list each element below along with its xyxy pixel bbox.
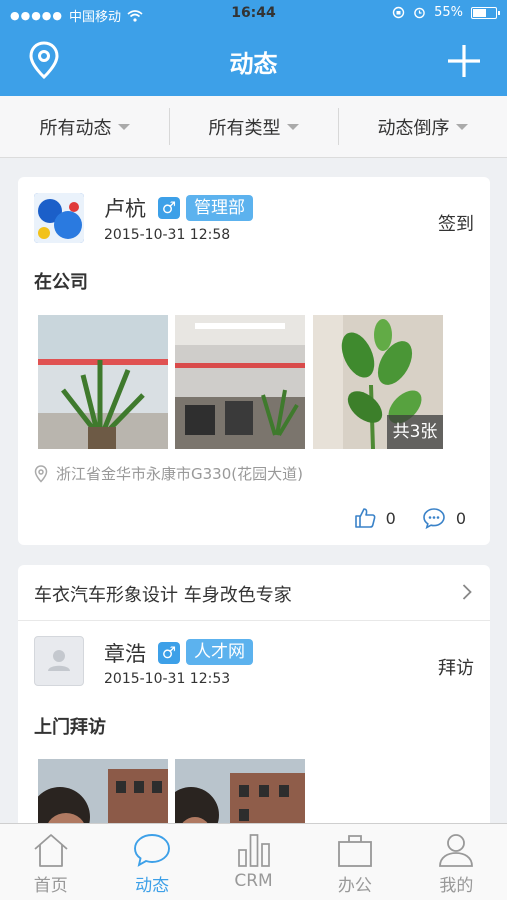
location-row: 浙江省金华市永康市G330(花园大道) [34, 463, 303, 484]
filter-dropdown-order[interactable]: 动态倒序 [338, 96, 507, 157]
tab-home[interactable]: 首页 [0, 824, 101, 900]
status-bar: ●●●●● 中国移动 16:44 55% [0, 0, 507, 28]
bottom-tab-bar: 首页 动态 CRM 办公 我的 [0, 823, 507, 900]
tab-label: 办公 [337, 876, 372, 896]
filter-label: 所有动态 [39, 117, 112, 139]
tab-label: CRM [234, 871, 273, 891]
home-icon [34, 834, 68, 867]
tab-feed[interactable]: 动态 [101, 824, 202, 900]
tab-crm[interactable]: CRM [203, 824, 304, 900]
photo-thumbnail[interactable] [175, 315, 305, 449]
tab-mine[interactable]: 我的 [406, 824, 507, 900]
photo-thumbnail[interactable]: 共3张 [313, 315, 443, 449]
filter-dropdown-scope[interactable]: 所有动态 [0, 96, 169, 157]
post-actions: 0 0 [354, 507, 466, 529]
post-card[interactable]: 卢杭 ♂ 管理部 2015-10-31 12:58 签到 在公司 共3张 浙江省… [18, 177, 490, 545]
filter-label: 所有类型 [208, 117, 281, 139]
caret-down-icon [455, 123, 468, 130]
ad-text: 车衣汽车形象设计 车身改色专家 [34, 585, 292, 606]
post-type: 签到 [438, 214, 474, 235]
orientation-lock-icon [392, 6, 405, 19]
tab-label: 我的 [439, 876, 474, 896]
briefcase-icon [338, 835, 372, 867]
ad-banner-row[interactable]: 车衣汽车形象设计 车身改色专家 [18, 565, 490, 621]
location-text: 浙江省金华市永康市G330(花园大道) [56, 465, 303, 483]
caret-down-icon [117, 123, 130, 130]
user-name[interactable]: 卢杭 [104, 193, 146, 223]
gender-male-badge: ♂ [158, 642, 180, 664]
tab-label: 首页 [33, 876, 68, 896]
thumbs-up-icon [354, 508, 376, 528]
department-badge: 管理部 [186, 195, 253, 221]
post-card[interactable]: 车衣汽车形象设计 车身改色专家 章浩 ♂ 人才网 2015-10-31 12:5… [18, 565, 490, 845]
top-header: ●●●●● 中国移动 16:44 55% 动态 [0, 0, 507, 96]
battery-icon [471, 6, 500, 19]
alarm-icon [414, 7, 425, 19]
person-icon [439, 834, 474, 867]
post-content: 在公司 [34, 272, 88, 293]
avatar[interactable] [34, 193, 84, 243]
post-time: 2015-10-31 12:58 [104, 227, 231, 243]
avatar[interactable] [34, 636, 84, 686]
filter-dropdown-type[interactable]: 所有类型 [169, 96, 338, 157]
comment-button[interactable]: 0 [422, 507, 466, 529]
filter-label: 动态倒序 [377, 117, 450, 139]
like-count: 0 [385, 508, 396, 528]
photo-thumbnail[interactable] [38, 315, 168, 449]
department-badge: 人才网 [186, 639, 253, 665]
chevron-right-icon [462, 584, 472, 600]
chat-bubble-icon [134, 834, 171, 867]
post-type: 拜访 [438, 658, 474, 679]
post-content: 上门拜访 [34, 717, 106, 738]
user-name[interactable]: 章浩 [104, 638, 146, 668]
like-button[interactable]: 0 [354, 507, 396, 529]
post-time: 2015-10-31 12:53 [104, 671, 231, 687]
caret-down-icon [286, 123, 299, 130]
tab-office[interactable]: 办公 [304, 824, 405, 900]
gender-male-badge: ♂ [158, 197, 180, 219]
add-icon[interactable] [447, 44, 481, 78]
battery-percent: 55% [434, 5, 463, 20]
comment-count: 0 [455, 508, 466, 528]
filter-bar: 所有动态 所有类型 动态倒序 [0, 96, 507, 158]
photo-count-badge: 共3张 [387, 415, 443, 449]
comment-icon [423, 508, 445, 529]
location-pin-icon [34, 464, 48, 483]
page-title: 动态 [229, 50, 278, 78]
tab-label: 动态 [135, 876, 170, 896]
bar-chart-icon [237, 834, 270, 867]
